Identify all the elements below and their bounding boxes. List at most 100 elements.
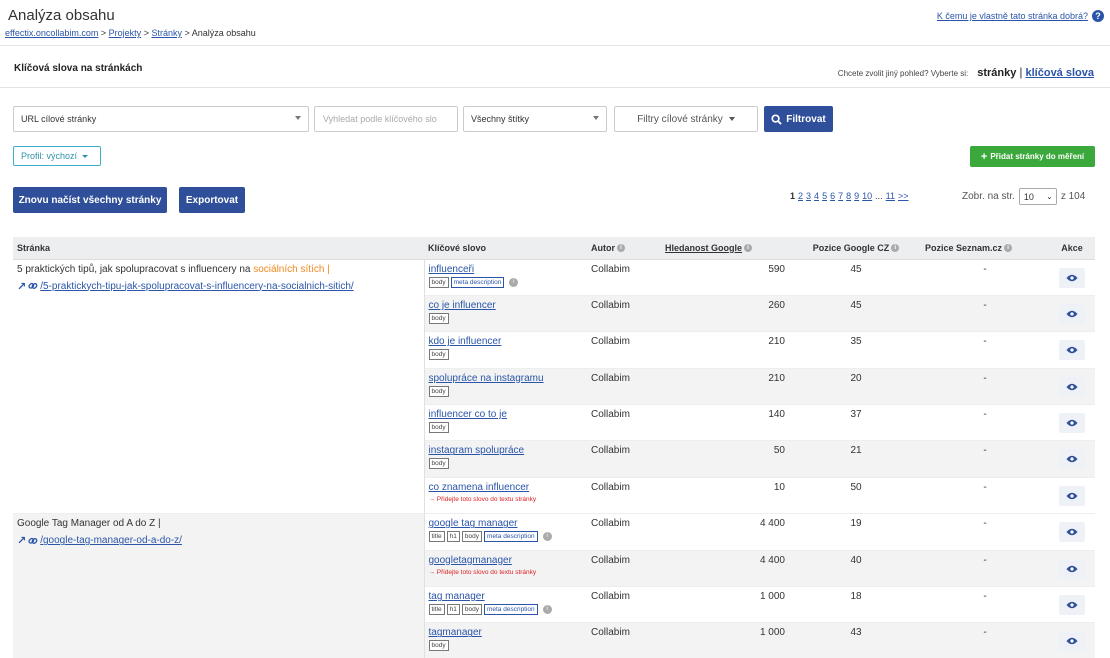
export-label: Exportovat [185,194,239,206]
question-circle-icon[interactable]: ? [1092,10,1104,22]
keyword-cell: instagram spolupráce body [424,440,587,478]
keyword-link[interactable]: influencer co to je [429,409,507,420]
page-link[interactable]: 5 [822,191,827,201]
view-button[interactable] [1059,449,1085,470]
page-link[interactable]: 7 [838,191,843,201]
page-link[interactable]: 4 [814,191,819,201]
keyword-link[interactable]: googletagmanager [429,555,512,566]
external-link-icon[interactable]: ↗ [17,534,26,547]
eye-icon [1066,347,1078,354]
view-button[interactable] [1059,267,1085,288]
info-icon[interactable]: i [542,605,552,615]
tag-badge: body [428,385,449,397]
page-title-suffix: | [327,263,330,275]
page-link[interactable]: 10 [862,191,872,201]
keyword-link[interactable]: instagram spolupráce [429,445,525,456]
page-next[interactable]: >> [898,191,909,201]
col-keyword[interactable]: Klíčové slovo [424,237,587,260]
help-link[interactable]: K čemu je vlastně tato stránka dobrá? [937,11,1088,21]
filter-button[interactable]: Filtrovat [764,106,833,132]
actions-cell [1049,440,1095,478]
breadcrumb-item-projects[interactable]: Projekty [109,28,142,38]
keyword-link[interactable]: spolupráce na instagramu [429,373,544,384]
reload-pages-button[interactable]: Znovu načíst všechny stránky [13,187,167,213]
keyword-link[interactable]: co znamena influencer [429,482,530,493]
tag-badge: body [428,640,449,652]
page-cell: 5 praktických tipů, jak spolupracovat s … [13,259,425,515]
add-pages-button[interactable]: + Přidat stránky do měření [970,146,1095,167]
profile-select[interactable]: Profil: výchozí [13,146,101,166]
keyword-link[interactable]: kdo je influencer [429,336,502,347]
breadcrumb-current: Analýza obsahu [191,28,256,38]
view-button[interactable] [1059,631,1085,652]
view-button[interactable] [1059,376,1085,397]
page-link[interactable]: 6 [830,191,835,201]
view-keywords-link[interactable]: klíčová slova [1026,67,1095,79]
page-title-text: Google Tag Manager od A do Z | [17,518,420,529]
page-url-link[interactable]: /google-tag-manager-od-a-do-z/ [40,535,182,546]
page-url-link[interactable]: /5-praktickych-tipu-jak-spolupracovat-s-… [40,281,353,292]
view-button[interactable] [1059,413,1085,434]
view-button[interactable] [1059,303,1085,324]
keyword-cell: co je influencer body [424,295,587,333]
view-button[interactable] [1059,558,1085,579]
seznam-position-cell: - [921,513,1049,551]
actions-cell [1049,259,1095,296]
col-page[interactable]: Stránka [13,237,424,260]
breadcrumb-item-pages[interactable]: Stránky [151,28,182,38]
keyword-link[interactable]: tag manager [429,591,485,602]
page-link-last[interactable]: 11 [886,191,895,201]
keyword-link[interactable]: co je influencer [429,300,496,311]
info-icon[interactable]: i [891,244,900,253]
keyword-cell: tagmanager body [424,622,587,658]
breadcrumb-item-domain[interactable]: effectix.oncollabim.com [5,28,98,38]
eye-icon [1066,310,1078,318]
view-button[interactable] [1059,595,1085,616]
google-position-cell: 19 [791,513,921,551]
link-icon[interactable] [28,536,38,546]
view-button[interactable] [1059,522,1085,543]
page-title: Analýza obsahu [8,7,115,24]
info-icon[interactable]: i [1004,244,1013,253]
eye-icon [1066,492,1078,500]
tag-badge: meta description [450,276,505,288]
col-google-search[interactable]: Hledanost Google i [661,237,791,260]
keyword-link[interactable]: tagmanager [429,627,482,638]
tag-badge: body [461,604,482,616]
labels-select[interactable]: Všechny štítky [463,106,607,132]
keyword-cell: influenceři body meta description i [424,259,587,296]
page-link[interactable]: 8 [846,191,851,201]
breadcrumb-separator: > [100,28,109,38]
per-page-select[interactable]: 10 ⌄ [1018,188,1057,205]
export-button[interactable]: Exportovat [179,187,245,213]
url-select[interactable]: URL cílové stránky [13,106,309,132]
info-icon[interactable]: i [542,532,552,542]
breadcrumb: effectix.oncollabim.com > Projekty > Str… [5,28,256,38]
col-seznam-position[interactable]: Pozice Seznam.cz i [921,237,1049,260]
search-volume-cell: 590 [661,259,791,296]
page-filters-dropdown[interactable]: Filtry cílové stránky [614,106,758,132]
warning-text: → Přidejte toto slovo do textu stránky [428,568,537,576]
keyword-search-input[interactable]: Vyhledat podle klíčového slo [314,106,458,132]
keyword-link[interactable]: google tag manager [429,518,518,529]
col-author-label: Autor [591,242,615,253]
view-button[interactable] [1059,340,1085,361]
external-link-icon[interactable]: ↗ [17,280,26,293]
keyword-link[interactable]: influenceři [429,264,475,275]
google-position-cell: 21 [791,440,921,478]
info-icon[interactable]: i [509,277,519,287]
author-cell: Collabim [587,586,661,624]
info-icon[interactable]: i [617,244,625,253]
view-button[interactable] [1059,485,1085,506]
col-author[interactable]: Autor i [587,237,661,260]
page-link[interactable]: 3 [806,191,811,201]
caret-down-icon [295,116,301,120]
link-icon[interactable] [28,281,38,291]
plus-icon: + [980,150,988,163]
page-link[interactable]: 9 [854,191,859,201]
col-google-position[interactable]: Pozice Google CZ i [791,237,921,260]
add-pages-label: Přidat stránky do měření [990,152,1085,161]
page-link[interactable]: 2 [798,191,803,201]
chevron-down-icon: ⌄ [1046,192,1053,201]
info-icon[interactable]: i [744,244,753,253]
